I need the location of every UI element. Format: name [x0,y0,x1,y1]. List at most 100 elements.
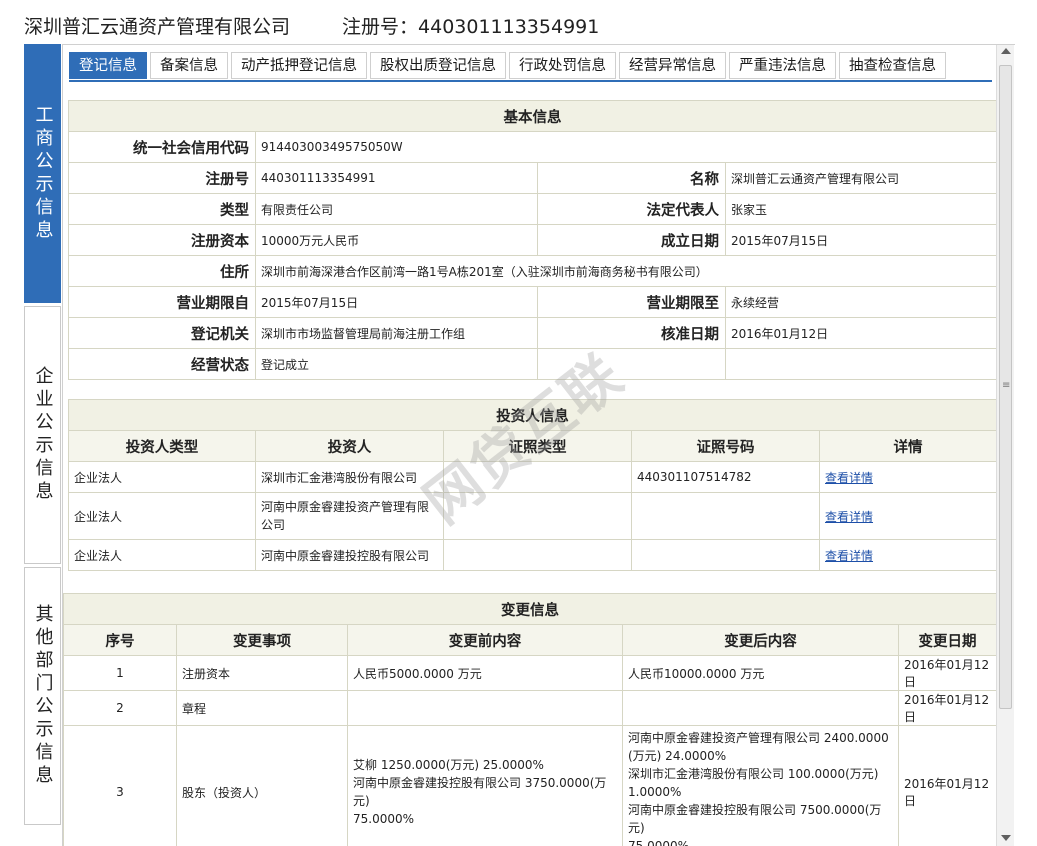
tab-registration[interactable]: 登记信息 [69,52,147,79]
term-to-value: 永续经营 [725,286,997,318]
side-nav-enterprise-public[interactable]: 企业公示信息 [24,306,61,564]
scroll-thumb[interactable]: ≡ [999,65,1012,709]
view-detail-link[interactable]: 查看详情 [825,549,873,563]
empty-cell [537,348,726,380]
investor-id-no [631,539,820,571]
tab-abnormal-operation[interactable]: 经营异常信息 [619,52,726,79]
tab-spot-check[interactable]: 抽查检查信息 [839,52,946,79]
line: 75.0000% [628,839,690,846]
tab-filing[interactable]: 备案信息 [150,52,228,79]
table-row: 1 注册资本 人民币5000.0000 万元 人民币10000.0000 万元 … [63,655,998,691]
term-from-label: 营业期限自 [68,286,256,318]
company-name: 深圳普汇云通资产管理有限公司 [24,16,291,38]
tab-admin-penalty[interactable]: 行政处罚信息 [509,52,616,79]
investor-type: 企业法人 [68,539,256,571]
side-nav-business-public[interactable]: 工商公示信息 [24,44,61,303]
tab-chattel-mortgage[interactable]: 动产抵押登记信息 [231,52,367,79]
page-header: 深圳普汇云通资产管理有限公司 注册号：440301113354991 [24,12,599,38]
col-investor-type: 投资人类型 [68,430,256,462]
change-item: 章程 [176,690,348,726]
line: 艾柳 1250.0000(万元) 25.0000% [353,758,544,772]
scroll-up-arrow-icon[interactable] [1001,48,1011,54]
view-detail-link[interactable]: 查看详情 [825,471,873,485]
investor-title: 投资人信息 [67,399,998,431]
name-value: 深圳普汇云通资产管理有限公司 [725,162,997,194]
change-before: 人民币5000.0000 万元 [347,655,623,691]
tab-serious-violation[interactable]: 严重违法信息 [729,52,836,79]
change-before: 艾柳 1250.0000(万元) 25.0000% 河南中原金睿建投控股有限公司… [347,725,623,846]
line: 河南中原金睿建投资产管理有限公司 2400.0000 [628,731,889,745]
investor-table: 投资人信息 投资人类型 投资人 证照类型 证照号码 详情 企业法人 深圳市汇金港… [67,399,998,571]
empty-cell [725,348,997,380]
capital-value: 10000万元人民币 [255,224,538,256]
reg-no-label: 注册号 [68,162,256,194]
investor-id-no: 440301107514782 [631,461,820,493]
line: 深圳市汇金港湾股份有限公司 100.0000(万元) [628,767,879,781]
table-row: 企业法人 河南中原金睿建投资产管理有限公司 查看详情 [68,492,998,540]
basic-info-title: 基本信息 [68,100,997,132]
investor-id-type [443,539,632,571]
investor-name: 河南中原金睿建投资产管理有限公司 [255,492,444,540]
change-item: 注册资本 [176,655,348,691]
term-from-value: 2015年07月15日 [255,286,538,318]
line: 人民币5000.0000 万元 [353,666,482,681]
investor-type: 企业法人 [68,492,256,540]
address-value: 深圳市前海深港合作区前湾一路1号A栋201室（入驻深圳市前海商务秘书有限公司） [255,255,997,287]
change-before [347,690,623,726]
change-date: 2016年01月12日 [897,655,998,691]
line: 人民币10000.0000 万元 [628,666,765,681]
basic-info-table: 基本信息 统一社会信用代码 91440300349575050W 注册号 440… [68,100,997,380]
vertical-scrollbar[interactable]: ≡ [996,45,1014,846]
change-title: 变更信息 [62,593,998,625]
table-row: 2 章程 2016年01月12日 [63,690,998,726]
grip-icon: ≡ [1002,380,1011,391]
change-after [622,690,899,726]
type-label: 类型 [68,193,256,225]
scroll-down-arrow-icon[interactable] [1001,835,1011,841]
side-nav-label: 企业公示信息 [32,366,54,504]
term-to-label: 营业期限至 [537,286,726,318]
line: 河南中原金睿建投控股有限公司 7500.0000(万元) [628,803,882,835]
status-label: 经营状态 [68,348,256,380]
change-date: 2016年01月12日 [897,690,998,726]
est-date-value: 2015年07月15日 [725,224,997,256]
col-id-type: 证照类型 [443,430,632,462]
line: 河南中原金睿建投控股有限公司 3750.0000(万元) [353,776,607,808]
est-date-label: 成立日期 [537,224,726,256]
change-seq: 2 [63,690,177,726]
view-detail-link[interactable]: 查看详情 [825,510,873,524]
line: (万元) 24.0000% [628,749,727,763]
authority-value: 深圳市市场监督管理局前海注册工作组 [255,317,538,349]
investor-id-type [443,461,632,493]
approve-date-label: 核准日期 [537,317,726,349]
side-nav-label: 工商公示信息 [32,104,54,243]
legal-rep-label: 法定代表人 [537,193,726,225]
table-row: 企业法人 深圳市汇金港湾股份有限公司 440301107514782 查看详情 [68,461,998,493]
investor-id-type [443,492,632,540]
tab-underline [69,80,992,82]
line: 1.0000% [628,785,682,799]
name-label: 名称 [537,162,726,194]
col-seq: 序号 [63,624,177,656]
investor-id-no [631,492,820,540]
investor-type: 企业法人 [68,461,256,493]
col-before: 变更前内容 [347,624,623,656]
authority-label: 登记机关 [68,317,256,349]
investor-name: 河南中原金睿建投控股有限公司 [255,539,444,571]
change-seq: 1 [63,655,177,691]
change-table: 变更信息 序号 变更事项 变更前内容 变更后内容 变更日期 1 注册资本 人民币… [62,593,998,846]
tab-equity-pledge[interactable]: 股权出质登记信息 [370,52,506,79]
table-row: 3 股东（投资人） 艾柳 1250.0000(万元) 25.0000% 河南中原… [63,725,998,846]
col-change-item: 变更事项 [176,624,348,656]
address-label: 住所 [68,255,256,287]
tab-bar: 登记信息 备案信息 动产抵押登记信息 股权出质登记信息 行政处罚信息 经营异常信… [69,52,949,79]
capital-label: 注册资本 [68,224,256,256]
registration-number: 注册号：440301113354991 [342,16,600,38]
col-investor: 投资人 [255,430,444,462]
investor-name: 深圳市汇金港湾股份有限公司 [255,461,444,493]
legal-rep-value: 张家玉 [725,193,997,225]
side-nav-other-dept-public[interactable]: 其他部门公示信息 [24,567,61,825]
change-date: 2016年01月12日 [897,725,998,846]
col-after: 变更后内容 [622,624,899,656]
change-item: 股东（投资人） [176,725,348,846]
